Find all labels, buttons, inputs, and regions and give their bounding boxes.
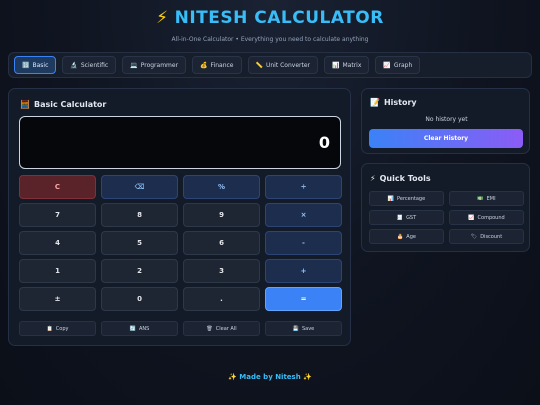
subtract-button[interactable]: - bbox=[265, 231, 342, 255]
tool-emi[interactable]: 💵 EMI bbox=[449, 191, 524, 206]
quick-tools-grid: 📊 Percentage 💵 EMI 🧾 GST 📈 Compound 🎂 Age 🏷 Di… bbox=[369, 191, 524, 244]
floppy-disk-icon: 💾 bbox=[292, 325, 299, 332]
history-panel: 📝 History No history yet Clear History bbox=[361, 88, 530, 154]
history-title-text: History bbox=[383, 98, 417, 107]
tool-label: Compound bbox=[477, 214, 505, 221]
tag-icon: 🏷 bbox=[470, 233, 478, 240]
copy-button[interactable]: 📋 Copy bbox=[19, 321, 96, 336]
tab-programmer[interactable]: 💻 Programmer bbox=[122, 56, 187, 74]
lightning-icon: ⚡ bbox=[156, 8, 169, 28]
tool-label: EMI bbox=[486, 195, 496, 202]
bar-chart-icon: 📊 bbox=[332, 61, 340, 69]
bar-chart-icon: 📊 bbox=[387, 195, 395, 202]
refresh-icon: 🔄 bbox=[129, 325, 136, 332]
calculator-title: 🧮 Basic Calculator bbox=[20, 100, 106, 109]
app-subtitle: All-in-One Calculator • Everything you n… bbox=[171, 36, 369, 43]
footer-credit: ✨ Made by Nitesh ✨ bbox=[228, 373, 312, 381]
line-chart-icon: 📈 bbox=[383, 61, 391, 69]
digit-8-button[interactable]: 8 bbox=[101, 203, 178, 227]
tool-percentage[interactable]: 📊 Percentage bbox=[369, 191, 444, 206]
abacus-icon: 🧮 bbox=[20, 100, 30, 109]
backspace-button[interactable]: ⌫ bbox=[101, 175, 178, 199]
save-label: Save bbox=[301, 325, 315, 332]
tab-graph[interactable]: 📈 Graph bbox=[375, 56, 421, 74]
tool-discount[interactable]: 🏷 Discount bbox=[449, 229, 524, 244]
digit-5-button[interactable]: 5 bbox=[101, 231, 178, 255]
digit-2-button[interactable]: 2 bbox=[101, 259, 178, 283]
decimal-button[interactable]: . bbox=[183, 287, 260, 311]
tool-label: Discount bbox=[480, 233, 503, 240]
clear-all-button[interactable]: 🗑 Clear All bbox=[183, 321, 260, 336]
digit-7-button[interactable]: 7 bbox=[19, 203, 96, 227]
tool-gst[interactable]: 🧾 GST bbox=[369, 210, 444, 225]
tab-finance[interactable]: 💰 Finance bbox=[192, 56, 242, 74]
tab-label: Finance bbox=[210, 61, 234, 69]
divide-button[interactable]: ÷ bbox=[265, 175, 342, 199]
tab-label: Graph bbox=[393, 61, 413, 69]
digit-0-button[interactable]: 0 bbox=[101, 287, 178, 311]
history-title: 📝 History bbox=[370, 98, 417, 107]
clear-history-button[interactable]: Clear History bbox=[369, 129, 523, 148]
sign-toggle-button[interactable]: ± bbox=[19, 287, 96, 311]
line-chart-icon: 📈 bbox=[468, 214, 475, 221]
app-header: ⚡ NITESH CALCULATOR All-in-One Calculator… bbox=[0, 8, 540, 43]
app-title: ⚡ NITESH CALCULATOR bbox=[0, 8, 540, 28]
receipt-icon: 🧾 bbox=[396, 214, 404, 221]
memo-icon: 📝 bbox=[370, 98, 380, 107]
calculator-display: 0 bbox=[19, 116, 341, 169]
tab-scientific[interactable]: 🔬 Scientific bbox=[62, 56, 117, 74]
clear-all-label: Clear All bbox=[215, 325, 237, 332]
tool-label: GST bbox=[406, 214, 417, 221]
digit-3-button[interactable]: 3 bbox=[183, 259, 260, 283]
banknote-icon: 💵 bbox=[477, 195, 484, 202]
calculator-title-text: Basic Calculator bbox=[33, 100, 107, 109]
money-bag-icon: 💰 bbox=[200, 61, 208, 69]
copy-label: Copy bbox=[55, 325, 69, 332]
save-button[interactable]: 💾 Save bbox=[265, 321, 342, 336]
clear-button[interactable]: C bbox=[19, 175, 96, 199]
ruler-icon: 📏 bbox=[255, 61, 263, 69]
numbers-icon: 🔢 bbox=[22, 61, 30, 69]
digit-4-button[interactable]: 4 bbox=[19, 231, 96, 255]
calculator-panel: 🧮 Basic Calculator 0 C ⌫ % ÷ 7 8 9 × 4 5… bbox=[8, 88, 351, 346]
multiply-button[interactable]: × bbox=[265, 203, 342, 227]
laptop-icon: 💻 bbox=[130, 61, 138, 69]
mode-tabs: 🔢 Basic 🔬 Scientific 💻 Programmer 💰 Finance … bbox=[8, 52, 532, 78]
tab-label: Programmer bbox=[140, 61, 179, 69]
calculator-actions: 📋 Copy 🔄 ANS 🗑 Clear All 💾 Save bbox=[19, 321, 342, 336]
clipboard-icon: 📋 bbox=[46, 325, 53, 332]
tool-compound[interactable]: 📈 Compound bbox=[449, 210, 524, 225]
quick-tools-panel: ⚡ Quick Tools 📊 Percentage 💵 EMI 🧾 GST 📈 Com… bbox=[361, 163, 530, 252]
tool-age[interactable]: 🎂 Age bbox=[369, 229, 444, 244]
keypad: C ⌫ % ÷ 7 8 9 × 4 5 6 - 1 2 3 + ± 0 . = bbox=[19, 175, 342, 311]
add-button[interactable]: + bbox=[265, 259, 342, 283]
ans-button[interactable]: 🔄 ANS bbox=[101, 321, 178, 336]
microscope-icon: 🔬 bbox=[70, 61, 78, 69]
quick-tools-title: ⚡ Quick Tools bbox=[370, 174, 431, 183]
digit-6-button[interactable]: 6 bbox=[183, 231, 260, 255]
tab-basic[interactable]: 🔢 Basic bbox=[14, 56, 57, 74]
equals-button[interactable]: = bbox=[265, 287, 342, 311]
digit-9-button[interactable]: 9 bbox=[183, 203, 260, 227]
digit-1-button[interactable]: 1 bbox=[19, 259, 96, 283]
ans-label: ANS bbox=[138, 325, 150, 332]
trash-icon: 🗑 bbox=[206, 325, 213, 332]
tab-label: Basic bbox=[32, 61, 49, 69]
tab-label: Matrix bbox=[342, 61, 362, 69]
app-title-text: NITESH CALCULATOR bbox=[174, 8, 384, 28]
cake-icon: 🎂 bbox=[397, 233, 404, 240]
tab-unit-converter[interactable]: 📏 Unit Converter bbox=[247, 56, 318, 74]
display-value: 0 bbox=[318, 133, 330, 152]
history-empty-text: No history yet bbox=[425, 116, 468, 123]
tool-label: Percentage bbox=[397, 195, 426, 202]
tool-label: Age bbox=[406, 233, 416, 240]
percent-button[interactable]: % bbox=[183, 175, 260, 199]
tab-label: Unit Converter bbox=[265, 61, 310, 69]
tab-label: Scientific bbox=[80, 61, 109, 69]
quick-tools-title-text: Quick Tools bbox=[379, 174, 431, 183]
tab-matrix[interactable]: 📊 Matrix bbox=[324, 56, 370, 74]
lightning-icon: ⚡ bbox=[370, 174, 376, 183]
